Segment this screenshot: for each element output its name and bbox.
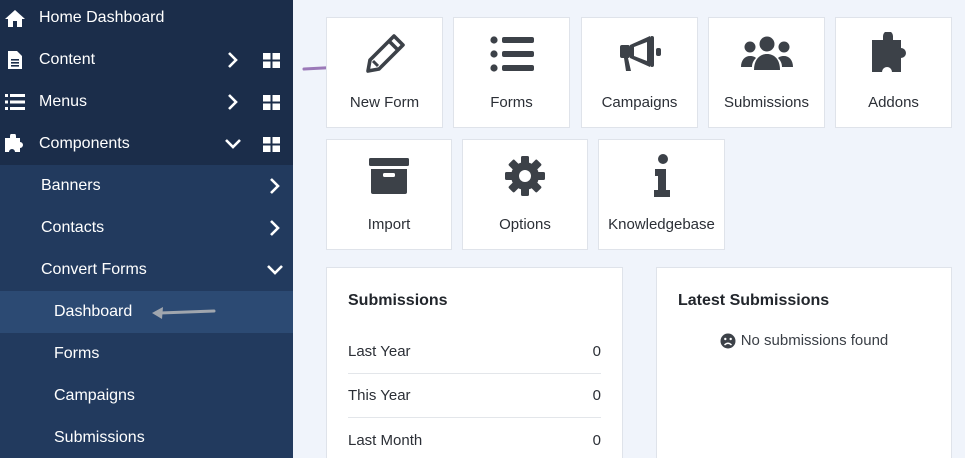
sidebar-item-label: Content [39, 51, 96, 68]
panel-title: Latest Submissions [678, 292, 830, 309]
tile-new-form[interactable]: New Form [326, 17, 443, 128]
tile-label: New Form [349, 94, 420, 111]
chevron-down-icon[interactable] [266, 260, 284, 280]
sidebar-item-dashboard[interactable]: Dashboard [0, 291, 293, 333]
grid-icon[interactable] [263, 52, 280, 68]
sidebar-item-label: Submissions [54, 429, 145, 446]
sidebar-item-label: Convert Forms [41, 261, 147, 278]
sidebar-item-content[interactable]: Content [0, 39, 293, 81]
sidebar-item-label: Components [39, 135, 130, 152]
submissions-panel: Submissions Last Year 0 This Year 0 Last… [326, 267, 623, 458]
sidebar-item-campaigns[interactable]: Campaigns [0, 375, 293, 417]
tile-submissions[interactable]: Submissions [708, 17, 825, 128]
panel-title: Submissions [348, 292, 448, 309]
empty-message: No submissions found [657, 332, 951, 349]
sidebar-item-label: Home Dashboard [39, 9, 165, 26]
info-icon [599, 154, 724, 197]
sidebar: Home Dashboard Content Menus Components … [0, 0, 293, 458]
grid-icon[interactable] [263, 136, 280, 152]
stat-label: Last Month [348, 431, 423, 449]
grid-icon[interactable] [263, 94, 280, 110]
sidebar-item-label: Dashboard [54, 303, 133, 320]
sidebar-item-label: Menus [39, 93, 88, 110]
sidebar-item-contacts[interactable]: Contacts [0, 207, 293, 249]
home-icon [4, 8, 26, 28]
sidebar-item-label: Forms [54, 345, 100, 362]
sidebar-item-submissions[interactable]: Submissions [0, 417, 293, 458]
pencil-icon [327, 33, 442, 75]
chevron-right-icon[interactable] [226, 50, 240, 70]
archive-icon [327, 155, 451, 197]
tile-label: Forms [490, 94, 533, 111]
tile-options[interactable]: Options [462, 139, 588, 250]
tile-label: Addons [868, 94, 919, 111]
stat-row: Last Month 0 [348, 418, 601, 458]
chevron-right-icon[interactable] [268, 218, 282, 238]
sidebar-item-components[interactable]: Components [0, 123, 293, 165]
sidebar-item-forms[interactable]: Forms [0, 333, 293, 375]
list-icon [4, 92, 26, 112]
chevron-down-icon[interactable] [224, 134, 242, 154]
latest-submissions-panel: Latest Submissions No submissions found [656, 267, 952, 458]
gear-icon [463, 155, 587, 197]
annotation-arrow-left [152, 307, 216, 319]
stat-value: 0 [592, 343, 601, 360]
empty-message-text: No submissions found [740, 332, 889, 349]
chevron-right-icon[interactable] [268, 176, 282, 196]
users-icon [709, 33, 824, 75]
stat-row: This Year 0 [348, 374, 601, 418]
tile-forms[interactable]: Forms [453, 17, 570, 128]
stat-value: 0 [592, 431, 601, 449]
sidebar-item-menus[interactable]: Menus [0, 81, 293, 123]
stat-label: This Year [348, 387, 411, 404]
sidebar-item-label: Banners [41, 177, 101, 194]
list-icon [454, 33, 569, 75]
tile-import[interactable]: Import [326, 139, 452, 250]
bullhorn-icon [582, 33, 697, 75]
tile-label: Options [499, 216, 551, 233]
sidebar-item-label: Campaigns [54, 387, 135, 404]
tile-campaigns[interactable]: Campaigns [581, 17, 698, 128]
chevron-right-icon[interactable] [226, 92, 240, 112]
stat-row: Last Year 0 [348, 330, 601, 374]
file-icon [4, 50, 26, 70]
puzzle-icon [4, 134, 26, 154]
stat-value: 0 [592, 387, 601, 404]
tile-addons[interactable]: Addons [835, 17, 952, 128]
sidebar-item-home-dashboard[interactable]: Home Dashboard [0, 0, 293, 39]
sidebar-item-banners[interactable]: Banners [0, 165, 293, 207]
sidebar-item-label: Contacts [41, 219, 105, 236]
tile-knowledgebase[interactable]: Knowledgebase [598, 139, 725, 250]
stat-label: Last Year [348, 343, 411, 360]
tile-label: Campaigns [601, 94, 678, 111]
sad-face-icon [720, 333, 736, 348]
sidebar-item-convert-forms[interactable]: Convert Forms [0, 249, 293, 291]
tile-label: Import [367, 216, 411, 233]
puzzle-icon [836, 32, 951, 75]
tile-label: Knowledgebase [608, 216, 715, 233]
tile-label: Submissions [723, 94, 810, 111]
